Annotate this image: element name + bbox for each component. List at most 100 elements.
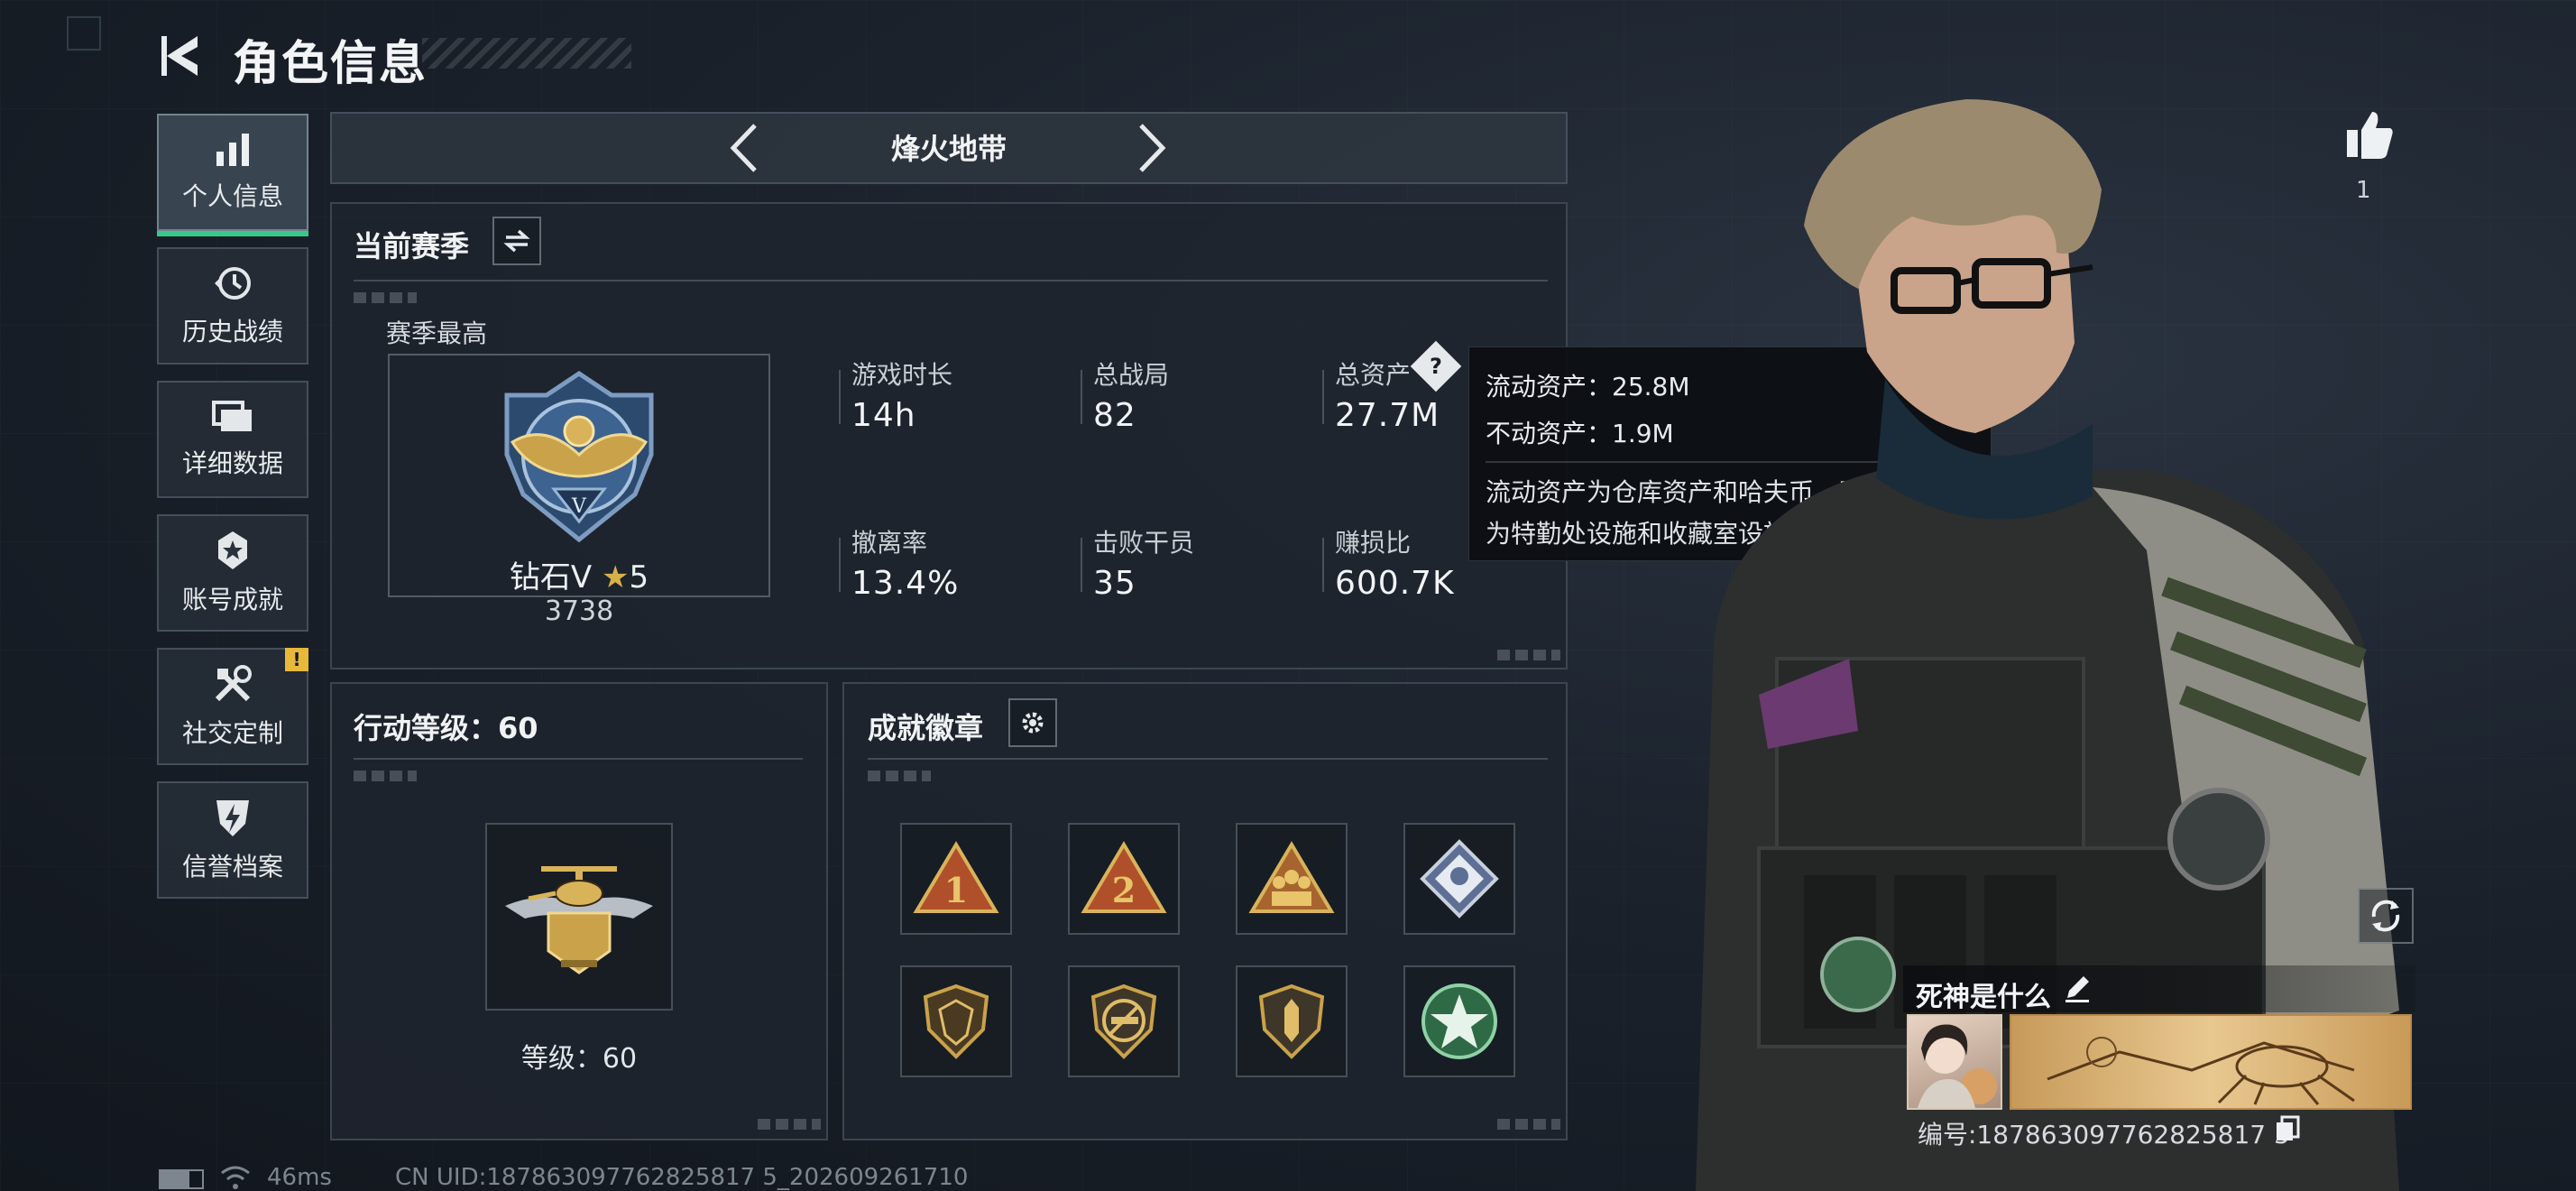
diamond-rank-eagle-icon: V [504, 370, 654, 543]
folder-icon [212, 401, 252, 431]
badge-1-icon: 1 [913, 841, 999, 913]
page-title: 角色信息 [233, 37, 428, 91]
decoration [758, 1119, 821, 1130]
rank-stars: 5 [629, 559, 649, 596]
copy-id-button[interactable] [2275, 1115, 2302, 1142]
back-arrow-icon [161, 36, 198, 76]
chevron-right-icon [1139, 124, 1166, 172]
season-switch-button[interactable] [492, 217, 541, 265]
achievement-badge[interactable]: 1 [900, 823, 1012, 935]
achievement-badge[interactable] [1068, 965, 1180, 1077]
achievement-badge[interactable] [900, 965, 1012, 1077]
title-decoration [422, 38, 631, 69]
corner-marker [67, 16, 101, 51]
sidebar-item-label: 信誉档案 [181, 852, 283, 882]
stat-label-playtime: 游戏时长 [851, 360, 953, 390]
badge-no-gun-icon [1090, 983, 1157, 1059]
level-divider [354, 758, 803, 760]
stat-label-assets: 总资产 [1335, 360, 1412, 390]
stat-separator [1322, 538, 1324, 592]
decoration [1497, 1119, 1560, 1130]
season-title: 当前赛季 [354, 229, 470, 263]
mode-next-button[interactable] [1126, 117, 1180, 179]
copy-icon [2277, 1115, 2300, 1140]
badge-emblem-icon [1420, 839, 1499, 919]
sidebar-item-achievements[interactable]: 账号成就 [157, 514, 308, 632]
sidebar-item-label: 详细数据 [181, 448, 283, 478]
stat-value-extract-rate: 13.4% [851, 565, 960, 602]
badge-shield-icon [923, 983, 989, 1059]
edit-name-button[interactable] [2062, 973, 2094, 1005]
achievements-settings-button[interactable] [1008, 698, 1057, 747]
stat-separator [839, 538, 841, 592]
achievement-badge[interactable]: 2 [1068, 823, 1180, 935]
stat-label-extract-rate: 撤离率 [851, 528, 928, 558]
svg-text:1: 1 [944, 870, 968, 910]
rank-name-row: 钻石V ★5 [388, 552, 770, 596]
stat-value-profit-ratio: 600.7K [1335, 565, 1455, 602]
notification-badge: ! [285, 648, 308, 671]
name-card-banner[interactable] [2010, 1014, 2412, 1110]
refresh-icon [2371, 900, 2400, 932]
sidebar-item-reputation[interactable]: 信誉档案 [157, 781, 308, 899]
stat-separator [1322, 370, 1324, 424]
like-button[interactable] [2340, 105, 2399, 164]
stat-separator [839, 370, 841, 424]
stat-label-matches: 总战局 [1093, 360, 1170, 390]
decoration [354, 771, 417, 781]
pencil-icon [2065, 976, 2089, 1002]
ping-text: 46ms [267, 1164, 332, 1191]
sidebar-item-label: 账号成就 [181, 585, 283, 614]
thumbs-up-icon [2347, 112, 2393, 159]
avatar[interactable] [1907, 1014, 2002, 1110]
stat-value-kills: 35 [1093, 565, 1136, 602]
like-count: 1 [2356, 177, 2371, 204]
uid-text: CN UID:187863097762825817 5_202609261710 [395, 1164, 969, 1191]
sidebar-item-history[interactable]: 历史战绩 [157, 247, 308, 365]
swap-icon [503, 229, 530, 253]
sidebar-item-label: 历史战绩 [181, 317, 283, 346]
achievements-title: 成就徽章 [868, 711, 984, 745]
svg-text:2: 2 [1112, 870, 1136, 910]
player-name: 死神是什么 [1916, 982, 2051, 1013]
badge-knife-icon [1258, 983, 1325, 1059]
season-divider [354, 280, 1548, 282]
level-emblem [485, 823, 673, 1011]
sidebar-item-label: 个人信息 [181, 181, 283, 211]
level-title: 行动等级：60 [354, 711, 538, 745]
mech-spider-blueprint-icon [2047, 1037, 2355, 1105]
achievement-badge[interactable] [1403, 965, 1515, 1077]
sidebar-item-social[interactable]: 社交定制 ! [157, 648, 308, 765]
badge-star-icon [1421, 983, 1497, 1059]
achievements-divider [868, 758, 1548, 760]
season-best-label: 赛季最高 [386, 319, 488, 348]
sidebar-item-details[interactable]: 详细数据 [157, 381, 308, 498]
mode-label: 烽火地带 [890, 132, 1007, 166]
level-caption: 等级：60 [520, 1043, 638, 1075]
decoration [1497, 650, 1560, 660]
badge-squad-icon [1248, 841, 1335, 913]
avatar-portrait-icon [1918, 1024, 1997, 1108]
wifi-icon [220, 1164, 251, 1191]
tools-icon [215, 665, 252, 702]
rank-points: 3738 [544, 596, 614, 627]
stat-label-profit-ratio: 赚损比 [1335, 528, 1412, 558]
badge-2-icon: 2 [1081, 841, 1167, 913]
stat-label-kills: 击败干员 [1093, 528, 1195, 558]
decoration [354, 292, 417, 303]
decoration [868, 771, 931, 781]
history-clock-icon [215, 267, 251, 300]
back-button[interactable] [152, 27, 209, 85]
achievement-badge[interactable] [1236, 965, 1348, 1077]
achievement-badge[interactable] [1403, 823, 1515, 935]
stat-value-matches: 82 [1093, 397, 1136, 434]
stat-value-playtime: 14h [851, 397, 916, 434]
battery-icon [159, 1169, 204, 1189]
sidebar-item-personal-info[interactable]: 个人信息 [157, 114, 308, 236]
sidebar-item-label: 社交定制 [181, 718, 283, 748]
rotate-model-button[interactable] [2358, 888, 2414, 944]
stat-separator [1081, 538, 1082, 592]
shield-bolt-icon [216, 800, 249, 836]
achievement-badge[interactable] [1236, 823, 1348, 935]
svg-text:V: V [571, 495, 587, 518]
